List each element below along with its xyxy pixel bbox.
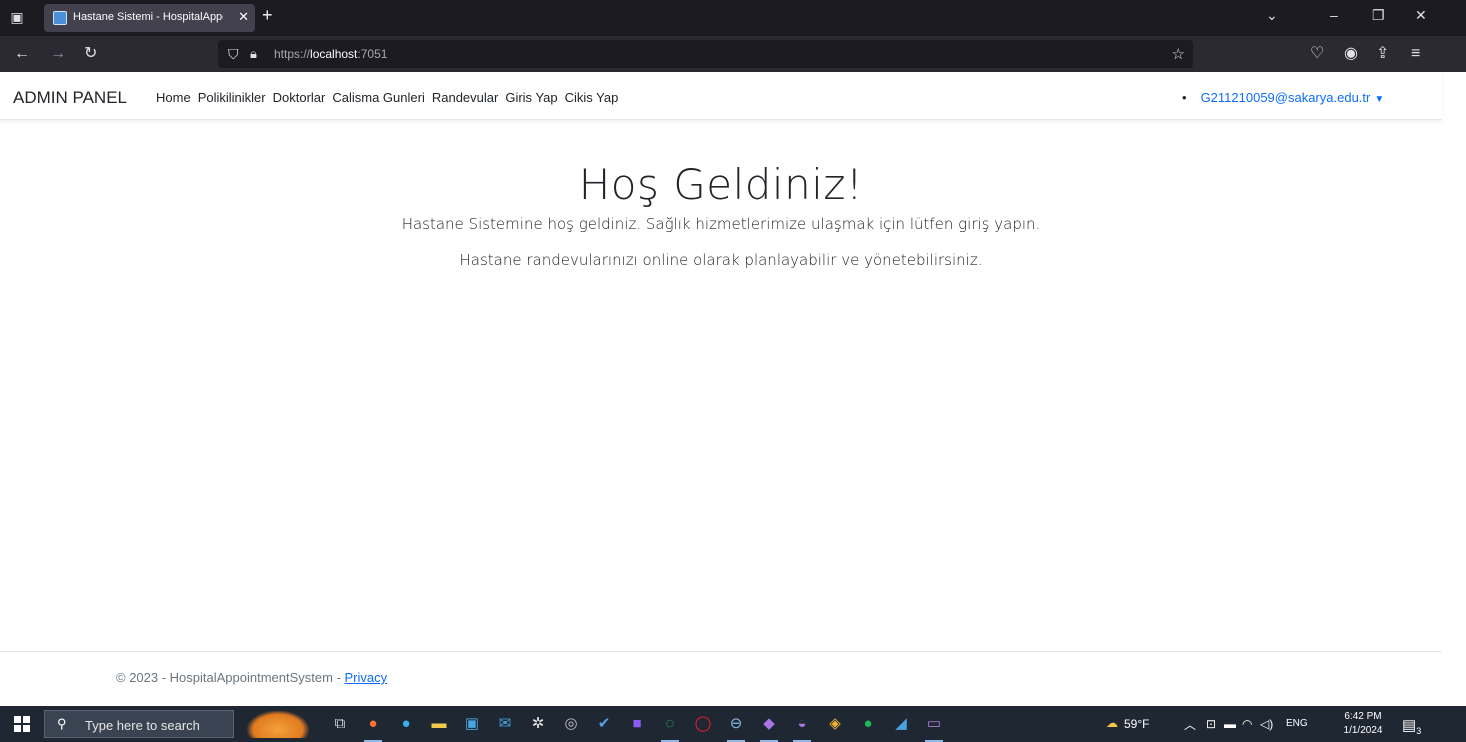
weather-icon[interactable]: ☁ [1106,716,1118,730]
nav-link-cikis-yap[interactable]: Cikis Yap [565,90,619,105]
tab-close-icon[interactable]: ✕ [238,9,249,25]
github-desktop-icon[interactable]: ◒ [790,712,814,742]
pocket-icon[interactable]: ♡ [1310,45,1324,63]
restore-icon[interactable]: ❐ [1372,7,1385,24]
clock-time: 6:42 PM [1344,711,1382,722]
store-icon[interactable]: ▣ [460,712,484,736]
notification-icon[interactable]: ▤3 [1402,716,1421,736]
privacy-link[interactable]: Privacy [345,670,388,685]
welcome-line-1: Hastane Sistemine hoş geldiniz. Sağlık h… [401,215,1041,233]
site-navbar: ADMIN PANEL Home Polikilinikler Doktorla… [0,72,1442,120]
search-highlight-cat-icon[interactable] [246,710,310,738]
spotify-icon[interactable]: ● [856,712,880,736]
language-indicator[interactable]: ENG [1286,718,1308,729]
copyright: © 2023 - HospitalAppointmentSystem - [116,670,345,685]
nav-link-randevular[interactable]: Randevular [432,90,499,105]
pinned-app-icon[interactable]: ⊖ [724,712,748,742]
tab-favicon-icon [53,11,67,25]
nav-link-doktorlar[interactable]: Doktorlar [273,90,326,105]
menu-hamburger-icon[interactable]: ≡ [1411,45,1420,63]
mail-icon[interactable]: ✉ [493,712,517,736]
url-bar[interactable]: ⛉ 🔒︎ https://localhost:7051 ☆ [218,40,1193,68]
taskbar-search[interactable]: ⚲ Type here to search [44,710,234,738]
nav-link-home[interactable]: Home [156,90,191,105]
weather-temp[interactable]: 59°F [1124,717,1149,731]
tab-title: Hastane Sistemi - HospitalAppointmentSys… [73,11,223,23]
new-tab-icon[interactable]: + [262,5,273,26]
tracking-shield-icon[interactable]: ⛉ [228,46,239,63]
visual-studio-icon[interactable]: ◆ [757,712,781,742]
pen-app-icon[interactable]: ◢ [889,712,913,736]
search-placeholder: Type here to search [85,718,200,733]
browser-tab[interactable]: Hastane Sistemi - HospitalAppointmentSys… [44,4,255,32]
tab-overflow-chevron-icon[interactable]: ⌄ [1266,7,1278,24]
tray-chevron-up-icon[interactable]: ︿ [1184,716,1196,733]
clock-date: 1/1/2024 [1343,725,1383,736]
footer: © 2023 - HospitalAppointmentSystem - Pri… [0,651,1442,686]
account-icon[interactable]: ◉ [1344,45,1358,63]
wifi-icon[interactable]: ◠ [1242,717,1252,731]
onenote-icon[interactable]: ■ [625,712,649,736]
tab-list-icon[interactable]: ▣ [8,8,26,26]
vpn-icon[interactable]: ✔ [592,712,616,736]
bookmark-star-icon[interactable]: ☆ [1172,45,1185,63]
paint-icon[interactable]: ◈ [823,712,847,736]
windows-taskbar: ⚲ Type here to search ⧉ ● ● ▬ ▣ ✉ ✲ ◎ ✔ … [0,706,1466,742]
search-icon: ⚲ [57,716,67,731]
nav-link-polikilinikler[interactable]: Polikilinikler [198,90,266,105]
welcome-line-2: Hastane randevularınızı online olarak pl… [459,251,983,269]
minimize-icon[interactable]: – [1330,7,1338,23]
taskbar-clock[interactable]: 6:42 PM 1/1/2024 [1338,710,1388,738]
url-text[interactable]: https://localhost:7051 [274,47,387,61]
windows-start-icon[interactable] [14,716,30,732]
nav-link-calisma-gunleri[interactable]: Calisma Gunleri [332,90,424,105]
whatsapp-icon[interactable]: ◌ [658,712,682,742]
welcome-heading: Hoş Geldiniz! [578,160,864,209]
bullet-icon: • [1182,90,1187,105]
user-dropdown[interactable]: • G211210059@sakarya.edu.tr ▼ [1182,90,1384,105]
brand-link[interactable]: ADMIN PANEL [13,88,127,108]
browser-tab-strip: ▣ Hastane Sistemi - HospitalAppointmentS… [0,0,1466,36]
lock-icon[interactable]: 🔒︎ [250,46,257,62]
opera-icon[interactable]: ◯ [691,712,715,736]
firefox-icon[interactable]: ● [361,712,385,742]
reload-icon[interactable]: ↻ [84,45,97,63]
file-explorer-icon[interactable]: ▬ [427,712,451,736]
share-icon[interactable]: ⇪ [1376,45,1389,63]
forward-icon[interactable]: → [50,45,66,63]
battery-icon[interactable]: ▬ [1224,717,1236,731]
volume-icon[interactable]: ◁) [1260,717,1273,731]
taskbar-app-icons: ⧉ ● ● ▬ ▣ ✉ ✲ ◎ ✔ ■ ◌ ◯ ⊖ ◆ ◒ ◈ ● ◢ ▭ [328,712,955,742]
nav-link-giris-yap[interactable]: Giris Yap [505,90,557,105]
task-view-icon[interactable]: ⧉ [328,712,352,736]
footer-text: © 2023 - HospitalAppointmentSystem - Pri… [116,670,387,685]
settings-gear-icon[interactable]: ✲ [526,712,550,736]
close-window-icon[interactable]: ✕ [1415,7,1427,24]
notification-count: 3 [1416,726,1422,736]
back-icon[interactable]: ← [14,45,30,63]
welcome-section: Hoş Geldiniz! Hastane Sistemine hoş geld… [0,160,1442,269]
edge-icon[interactable]: ● [394,712,418,736]
user-email[interactable]: G211210059@sakarya.edu.tr [1201,90,1371,105]
nav-links: Home Polikilinikler Doktorlar Calisma Gu… [156,90,625,105]
obs-icon[interactable]: ◎ [559,712,583,736]
device-icon[interactable]: ⊡ [1206,717,1216,731]
browser-toolbar: ← → ↻ ⛉ 🔒︎ https://localhost:7051 ☆ ♡ ◉ … [0,36,1466,72]
caret-down-icon[interactable]: ▼ [1374,94,1384,105]
terminal-icon[interactable]: ▭ [922,712,946,742]
